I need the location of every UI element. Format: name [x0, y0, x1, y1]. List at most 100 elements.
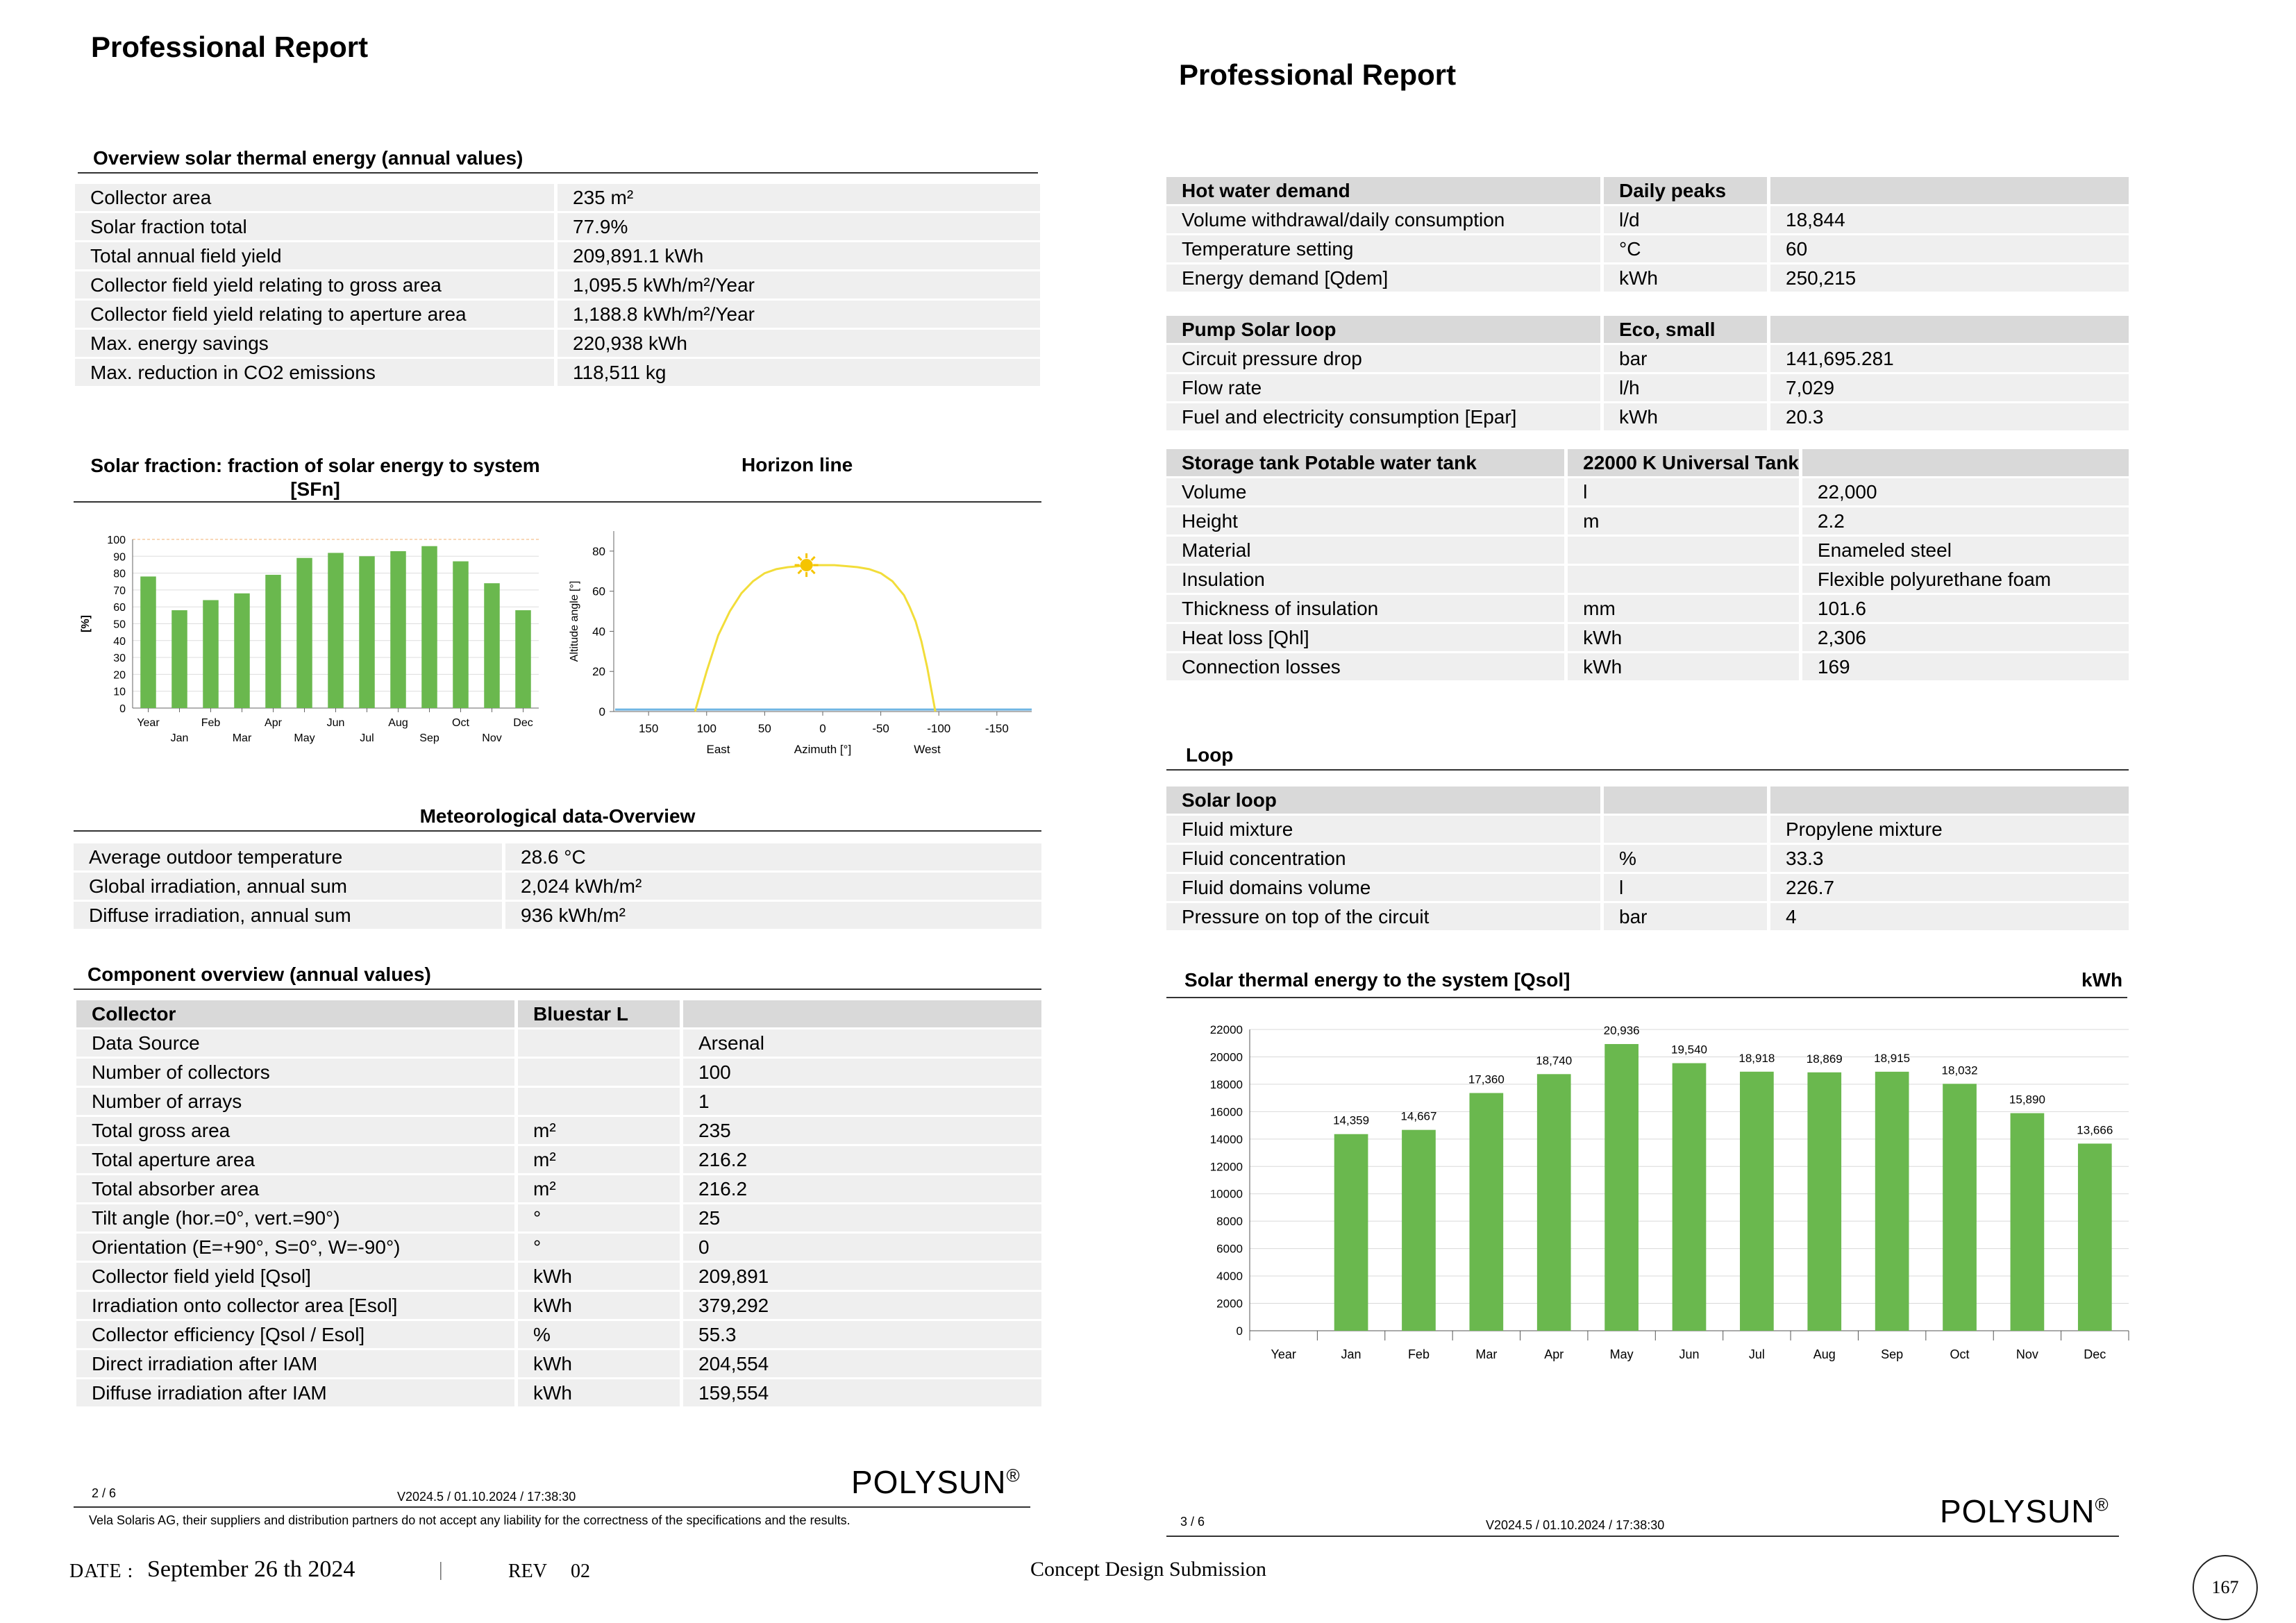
table-cell: l [1604, 874, 1770, 901]
table-cell: Fluid domains volume [1166, 874, 1604, 901]
x-tick-label: Feb [201, 717, 221, 729]
table-header-row: Storage tank Potable water tank 22000 K U… [1166, 449, 2129, 476]
table-cell: 7,029 [1770, 374, 2129, 401]
bar [1334, 1134, 1368, 1331]
y-axis-label: [%] [80, 615, 92, 632]
table-cell: Number of arrays [76, 1088, 518, 1115]
y-tick-label: 10 [113, 687, 126, 698]
table-cell: Direct irradiation after IAM [76, 1350, 518, 1377]
table-cell: 22,000 [1802, 478, 2129, 505]
table-cell: Flexible polyurethane foam [1802, 566, 2129, 593]
bar [1807, 1072, 1842, 1331]
table-row: Fluid domains volume l 226.7 [1166, 874, 2129, 901]
x-tick-label: 150 [639, 722, 658, 735]
table-header-row: Pump Solar loop Eco, small [1166, 316, 2129, 343]
storage-tank-table: Storage tank Potable water tank 22000 K U… [1166, 447, 2129, 682]
x-tick-label: Jun [327, 717, 345, 729]
table-row: Fuel and electricity consumption [Epar] k… [1166, 403, 2129, 430]
table-row: Energy demand [Qdem] kWh 250,215 [1166, 264, 2129, 292]
y-tick-label: 0 [1237, 1325, 1243, 1338]
table-cell: Collector efficiency [Qsol / Esol] [76, 1321, 518, 1348]
x-tick-label: -50 [872, 722, 889, 735]
y-tick-label: 6000 [1216, 1243, 1243, 1256]
y-tick-label: 80 [592, 545, 605, 558]
table-cell [683, 1000, 1041, 1027]
table-row: Heat loss [Qhl] kWh 2,306 [1166, 624, 2129, 651]
table-cell: Collector area [75, 184, 558, 211]
hot-water-table: Hot water demand Daily peaks Volume withdr… [1166, 175, 2129, 294]
table-cell: 216.2 [683, 1146, 1041, 1173]
sun-path-line [694, 564, 937, 712]
table-cell: 2,306 [1802, 624, 2129, 651]
meteo-table: Average outdoor temperature 28.6 °C Global… [74, 841, 1041, 931]
table-cell: Connection losses [1166, 653, 1568, 680]
table-cell: °C [1604, 235, 1770, 262]
table-cell: 1,188.8 kWh/m²/Year [558, 301, 1040, 328]
bar [1536, 1074, 1571, 1331]
table-cell: 4 [1770, 903, 2129, 930]
table-cell: 22000 K Universal Tank [1568, 449, 1802, 476]
x-tick-label: Aug [388, 717, 408, 729]
table-cell [1770, 787, 2129, 814]
table-cell [1604, 787, 1770, 814]
x-tick-label: Aug [1813, 1347, 1836, 1361]
table-cell: Number of collectors [76, 1059, 518, 1086]
table-cell: Bluestar L [518, 1000, 683, 1027]
sun-ray [797, 569, 803, 575]
table-cell: 2.2 [1802, 507, 2129, 535]
table-cell: Pressure on top of the circuit [1166, 903, 1604, 930]
data-label: 18,740 [1536, 1054, 1572, 1067]
bar [515, 610, 531, 708]
table-row: Number of collectors 100 [76, 1059, 1041, 1086]
x-tick-label: May [1610, 1347, 1634, 1361]
table-row: Volume l 22,000 [1166, 478, 2129, 505]
table-row: Volume withdrawal/daily consumption l/d 18… [1166, 206, 2129, 233]
bar [484, 583, 500, 708]
y-tick-label: 22000 [1210, 1023, 1243, 1036]
x-annotation-west: West [914, 743, 941, 756]
table-cell: Arsenal [683, 1029, 1041, 1057]
table-cell: kWh [1604, 403, 1770, 430]
table-cell: Collector field yield relating to gross … [75, 271, 558, 298]
y-tick-label: 14000 [1210, 1133, 1243, 1146]
table-cell: 209,891 [683, 1263, 1041, 1290]
polysun-logo-right: POLYSUN® [1940, 1492, 2109, 1530]
table-cell: 250,215 [1770, 264, 2129, 292]
table-cell [518, 1029, 683, 1057]
x-tick-label: Mar [233, 732, 252, 744]
bar [1943, 1084, 1977, 1331]
table-cell: 141,695.281 [1770, 345, 2129, 372]
table-cell: kWh [1568, 653, 1802, 680]
brand-text: POLYSUN [1940, 1493, 2095, 1529]
x-tick-label: Jan [171, 732, 189, 744]
table-row: Circuit pressure drop bar 141,695.281 [1166, 345, 2129, 372]
table-row: Total absorber area m² 216.2 [76, 1175, 1041, 1202]
table-cell: Volume withdrawal/daily consumption [1166, 206, 1604, 233]
x-tick-label: -150 [985, 722, 1009, 735]
table-cell: kWh [1604, 264, 1770, 292]
table-cell: Total aperture area [76, 1146, 518, 1173]
data-label: 18,918 [1738, 1052, 1775, 1065]
rev-value: 02 [571, 1561, 590, 1582]
table-cell: 1,095.5 kWh/m²/Year [558, 271, 1040, 298]
y-tick-label: 30 [113, 653, 126, 664]
y-tick-label: 40 [113, 636, 126, 648]
table-cell: 1 [683, 1088, 1041, 1115]
y-tick-label: 60 [113, 602, 126, 614]
table-cell: 20.3 [1770, 403, 2129, 430]
x-tick-label: Nov [482, 732, 501, 744]
table-cell: Collector field yield relating to apertu… [75, 301, 558, 328]
solar-fraction-chart-title: Solar fraction: fraction of solar energy… [86, 454, 544, 501]
table-cell: 28.6 °C [505, 843, 1041, 871]
table-cell: Global irradiation, annual sum [74, 873, 505, 900]
table-row: Material Enameled steel [1166, 537, 2129, 564]
x-tick-label: Jan [1341, 1347, 1361, 1361]
table-cell: Irradiation onto collector area [Esol] [76, 1292, 518, 1319]
table-cell: 220,938 kWh [558, 330, 1040, 357]
bar [328, 553, 344, 708]
table-cell: Circuit pressure drop [1166, 345, 1604, 372]
table-cell: Total gross area [76, 1117, 518, 1144]
table-cell: Total absorber area [76, 1175, 518, 1202]
version-right: V2024.5 / 01.10.2024 / 17:38:30 [1486, 1518, 1665, 1532]
table-cell: Average outdoor temperature [74, 843, 505, 871]
